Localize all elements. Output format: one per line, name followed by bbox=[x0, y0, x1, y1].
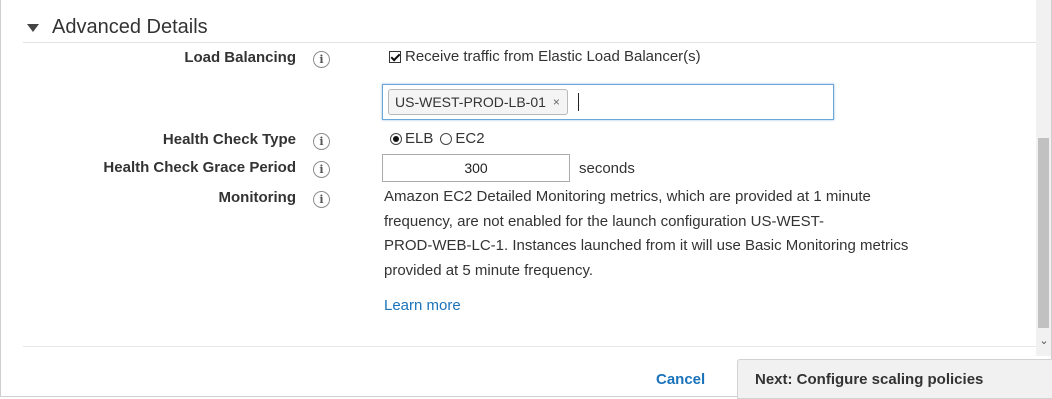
monitoring-line: Amazon EC2 Detailed Monitoring metrics, … bbox=[384, 188, 871, 205]
info-icon[interactable]: i bbox=[313, 133, 330, 150]
health-check-type-label: Health Check Type bbox=[162, 131, 296, 148]
tag-label: US-WEST-PROD-LB-01 bbox=[395, 94, 546, 110]
radio-elb-label[interactable]: ELB bbox=[405, 130, 433, 147]
grace-period-label: Health Check Grace Period bbox=[103, 159, 296, 176]
radio-elb[interactable] bbox=[390, 132, 402, 145]
load-balancer-checkbox-row[interactable]: Receive traffic from Elastic Load Balanc… bbox=[389, 48, 701, 65]
monitoring-line: provided at 5 minute frequency. bbox=[384, 261, 594, 279]
divider bbox=[23, 42, 1036, 43]
checkbox-label: Receive traffic from Elastic Load Balanc… bbox=[405, 48, 701, 65]
grace-period-input[interactable]: 300 bbox=[382, 154, 570, 182]
load-balancer-checkbox[interactable] bbox=[389, 50, 401, 63]
selected-tag: US-WEST-PROD-LB-01 × bbox=[388, 89, 568, 115]
info-icon[interactable]: i bbox=[313, 191, 330, 208]
cancel-button[interactable]: Cancel bbox=[656, 371, 705, 388]
learn-more-link[interactable]: Learn more bbox=[384, 297, 461, 314]
radio-ec2[interactable] bbox=[440, 132, 453, 145]
monitoring-line: PROD-WEB-LC-1. Instances launched from i… bbox=[384, 237, 909, 254]
scrollbar-thumb[interactable] bbox=[1038, 138, 1049, 328]
text-cursor bbox=[577, 93, 579, 111]
next-configure-scaling-policies-button[interactable]: Next: Configure scaling policies bbox=[737, 359, 1052, 399]
footer-divider bbox=[23, 346, 1036, 347]
grace-period-unit: seconds bbox=[579, 160, 635, 177]
info-icon[interactable]: i bbox=[313, 161, 330, 178]
radio-ec2-label[interactable]: EC2 bbox=[455, 130, 484, 147]
monitoring-line: frequency, are not enabled for the launc… bbox=[384, 212, 824, 230]
section-header[interactable]: Advanced Details bbox=[27, 12, 208, 42]
info-icon[interactable]: i bbox=[313, 51, 330, 68]
close-icon[interactable]: × bbox=[553, 95, 560, 109]
load-balancing-label: Load Balancing bbox=[184, 49, 296, 66]
monitoring-description: Amazon EC2 Detailed Monitoring metrics, … bbox=[384, 185, 1034, 283]
health-check-type-radios: ELB EC2 bbox=[390, 130, 485, 147]
monitoring-label: Monitoring bbox=[218, 189, 296, 206]
section-title: Advanced Details bbox=[52, 15, 208, 38]
advanced-details-panel: Advanced Details Load Balancing i Receiv… bbox=[0, 0, 1052, 399]
load-balancer-tag-input[interactable]: US-WEST-PROD-LB-01 × bbox=[382, 84, 834, 120]
caret-down-icon[interactable] bbox=[27, 24, 39, 32]
chevron-down-icon[interactable]: ⌄ bbox=[1039, 336, 1049, 347]
scrollbar[interactable]: ⌄ bbox=[1036, 0, 1051, 356]
